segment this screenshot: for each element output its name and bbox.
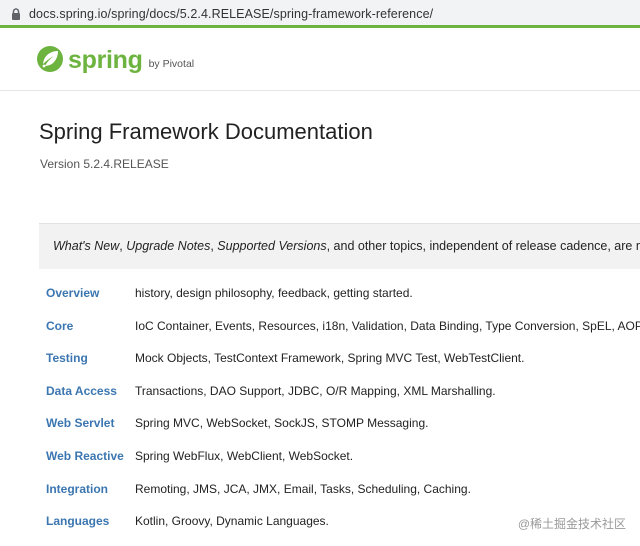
section-link-overview[interactable]: Overview <box>46 286 99 300</box>
url-text[interactable]: docs.spring.io/spring/docs/5.2.4.RELEASE… <box>29 7 433 21</box>
note-text: , and other topics, independent of relea… <box>326 239 640 253</box>
section-link-web-reactive[interactable]: Web Reactive <box>46 449 124 463</box>
release-notes-banner: What's New, Upgrade Notes, Supported Ver… <box>39 223 640 269</box>
section-description: Mock Objects, TestContext Framework, Spr… <box>135 351 525 366</box>
lock-icon <box>12 8 20 20</box>
section-link-web-servlet[interactable]: Web Servlet <box>46 416 114 430</box>
table-row: Data Access Transactions, DAO Support, J… <box>46 380 640 413</box>
section-link-testing[interactable]: Testing <box>46 351 88 365</box>
section-description: history, design philosophy, feedback, ge… <box>135 286 413 300</box>
section-description: Spring MVC, WebSocket, SockJS, STOMP Mes… <box>135 416 429 431</box>
site-header: spring by Pivotal <box>0 31 640 91</box>
table-row: Testing Mock Objects, TestContext Framew… <box>46 347 640 380</box>
upgrade-notes-link[interactable]: Upgrade Notes <box>126 239 210 253</box>
section-description: IoC Container, Events, Resources, i18n, … <box>135 318 640 333</box>
version-label: Version 5.2.4.RELEASE <box>40 157 169 171</box>
table-row: Web Reactive Spring WebFlux, WebClient, … <box>46 445 640 478</box>
section-description: Transactions, DAO Support, JDBC, O/R Map… <box>135 383 496 398</box>
page-title: Spring Framework Documentation <box>39 119 373 144</box>
sections-table: Overview history, design philosophy, fee… <box>46 282 640 543</box>
table-row: Integration Remoting, JMS, JCA, JMX, Ema… <box>46 478 640 511</box>
logo-byline: by Pivotal <box>148 58 195 70</box>
table-row: Overview history, design philosophy, fee… <box>46 282 640 315</box>
section-description: Spring WebFlux, WebClient, WebSocket. <box>135 448 354 463</box>
table-row: Core IoC Container, Events, Resources, i… <box>46 315 640 348</box>
logo-wordmark: spring <box>68 46 143 74</box>
section-link-integration[interactable]: Integration <box>46 482 108 496</box>
table-row: Web Servlet Spring MVC, WebSocket, SockJ… <box>46 412 640 445</box>
spring-leaf-icon <box>37 46 63 72</box>
section-link-data-access[interactable]: Data Access <box>46 384 117 398</box>
section-link-core[interactable]: Core <box>46 319 73 333</box>
supported-versions-link[interactable]: Supported Versions <box>217 239 326 253</box>
browser-address-bar[interactable]: docs.spring.io/spring/docs/5.2.4.RELEASE… <box>0 0 640 28</box>
section-description: Remoting, JMS, JCA, JMX, Email, Tasks, S… <box>135 481 471 496</box>
section-link-languages[interactable]: Languages <box>46 514 109 528</box>
spring-logo[interactable]: spring by Pivotal <box>36 45 194 73</box>
section-description: Kotlin, Groovy, Dynamic Languages. <box>135 514 329 529</box>
watermark-text: @稀土掘金技术社区 <box>517 517 626 531</box>
whats-new-link[interactable]: What's New <box>53 239 119 253</box>
